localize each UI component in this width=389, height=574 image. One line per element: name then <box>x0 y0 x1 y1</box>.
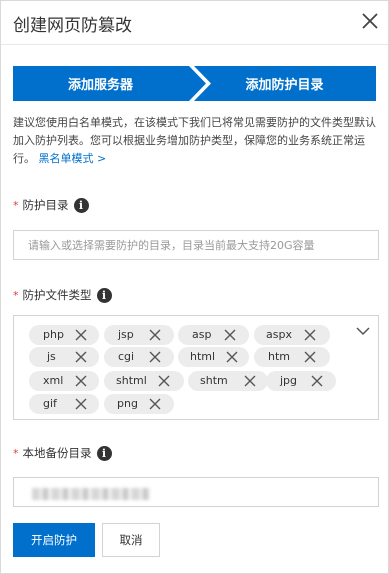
tag-cgi: cgi <box>104 347 174 367</box>
info-icon[interactable]: i <box>96 287 112 303</box>
tag-png: png <box>104 394 174 414</box>
required-mark: * <box>13 446 19 460</box>
close-icon[interactable] <box>149 398 161 410</box>
close-icon[interactable] <box>75 398 87 410</box>
close-icon[interactable] <box>360 11 380 31</box>
chevron-down-icon[interactable] <box>356 326 370 336</box>
protect-dir-input[interactable] <box>14 231 378 259</box>
tag-jsp: jsp <box>104 325 174 345</box>
close-icon[interactable] <box>304 329 316 341</box>
backup-dir-value-redacted <box>32 488 150 500</box>
cancel-button[interactable]: 取消 <box>102 523 160 557</box>
enable-protection-button[interactable]: 开启防护 <box>13 523 95 557</box>
close-icon[interactable] <box>158 375 170 387</box>
step-add-server: 添加服务器 <box>67 78 133 93</box>
file-types-label-text: 防护文件类型 <box>22 288 92 302</box>
protect-dir-field[interactable] <box>13 230 379 260</box>
tag-jpg: jpg <box>266 371 336 391</box>
tag-xml: xml <box>29 371 99 391</box>
dialog-header: 创建网页防篡改 <box>1 1 388 45</box>
close-icon[interactable] <box>149 329 161 341</box>
tag-asp: asp <box>178 325 249 345</box>
tag-gif: gif <box>29 394 99 414</box>
required-mark: * <box>13 198 19 212</box>
dialog-title: 创建网页防篡改 <box>13 16 132 36</box>
file-types-select[interactable]: php jsp asp aspx js cgi html htm xml sht… <box>13 315 379 420</box>
close-icon[interactable] <box>311 375 323 387</box>
protect-dir-label-text: 防护目录 <box>22 198 69 212</box>
info-icon[interactable]: i <box>96 445 112 461</box>
close-icon[interactable] <box>149 351 161 363</box>
tag-htm: htm <box>254 347 330 367</box>
tag-php: php <box>29 325 99 345</box>
step-indicator: 添加服务器 添加防护目录 <box>13 66 376 101</box>
close-icon[interactable] <box>75 329 87 341</box>
tag-js: js <box>29 347 99 367</box>
close-icon[interactable] <box>75 375 87 387</box>
tag-html: html <box>178 347 249 367</box>
blacklist-mode-link[interactable]: 黑名单模式 > <box>39 152 107 165</box>
whitelist-tip: 建议您使用白名单模式，在该模式下我们已将常见需要防护的文件类型默认加入防护列表。… <box>13 114 378 168</box>
tag-aspx: aspx <box>254 325 330 345</box>
backup-dir-field[interactable] <box>13 477 379 507</box>
protect-dir-label: * 防护目录 i <box>13 197 89 213</box>
tag-shtml: shtml <box>104 371 184 391</box>
backup-dir-label-text: 本地备份目录 <box>22 446 92 460</box>
tag-shtm: shtm <box>188 371 268 391</box>
close-icon[interactable] <box>304 351 316 363</box>
file-types-label: * 防护文件类型 i <box>13 287 112 303</box>
backup-dir-label: * 本地备份目录 i <box>13 445 112 461</box>
required-mark: * <box>13 288 19 302</box>
close-icon[interactable] <box>244 375 256 387</box>
dialog: 创建网页防篡改 添加服务器 添加防护目录 建议您使用白名单模式，在该模式下我们已… <box>0 0 389 574</box>
close-icon[interactable] <box>226 351 238 363</box>
close-icon[interactable] <box>224 329 236 341</box>
step-add-directory: 添加防护目录 <box>245 78 324 93</box>
close-icon[interactable] <box>75 351 87 363</box>
info-icon[interactable]: i <box>73 197 89 213</box>
